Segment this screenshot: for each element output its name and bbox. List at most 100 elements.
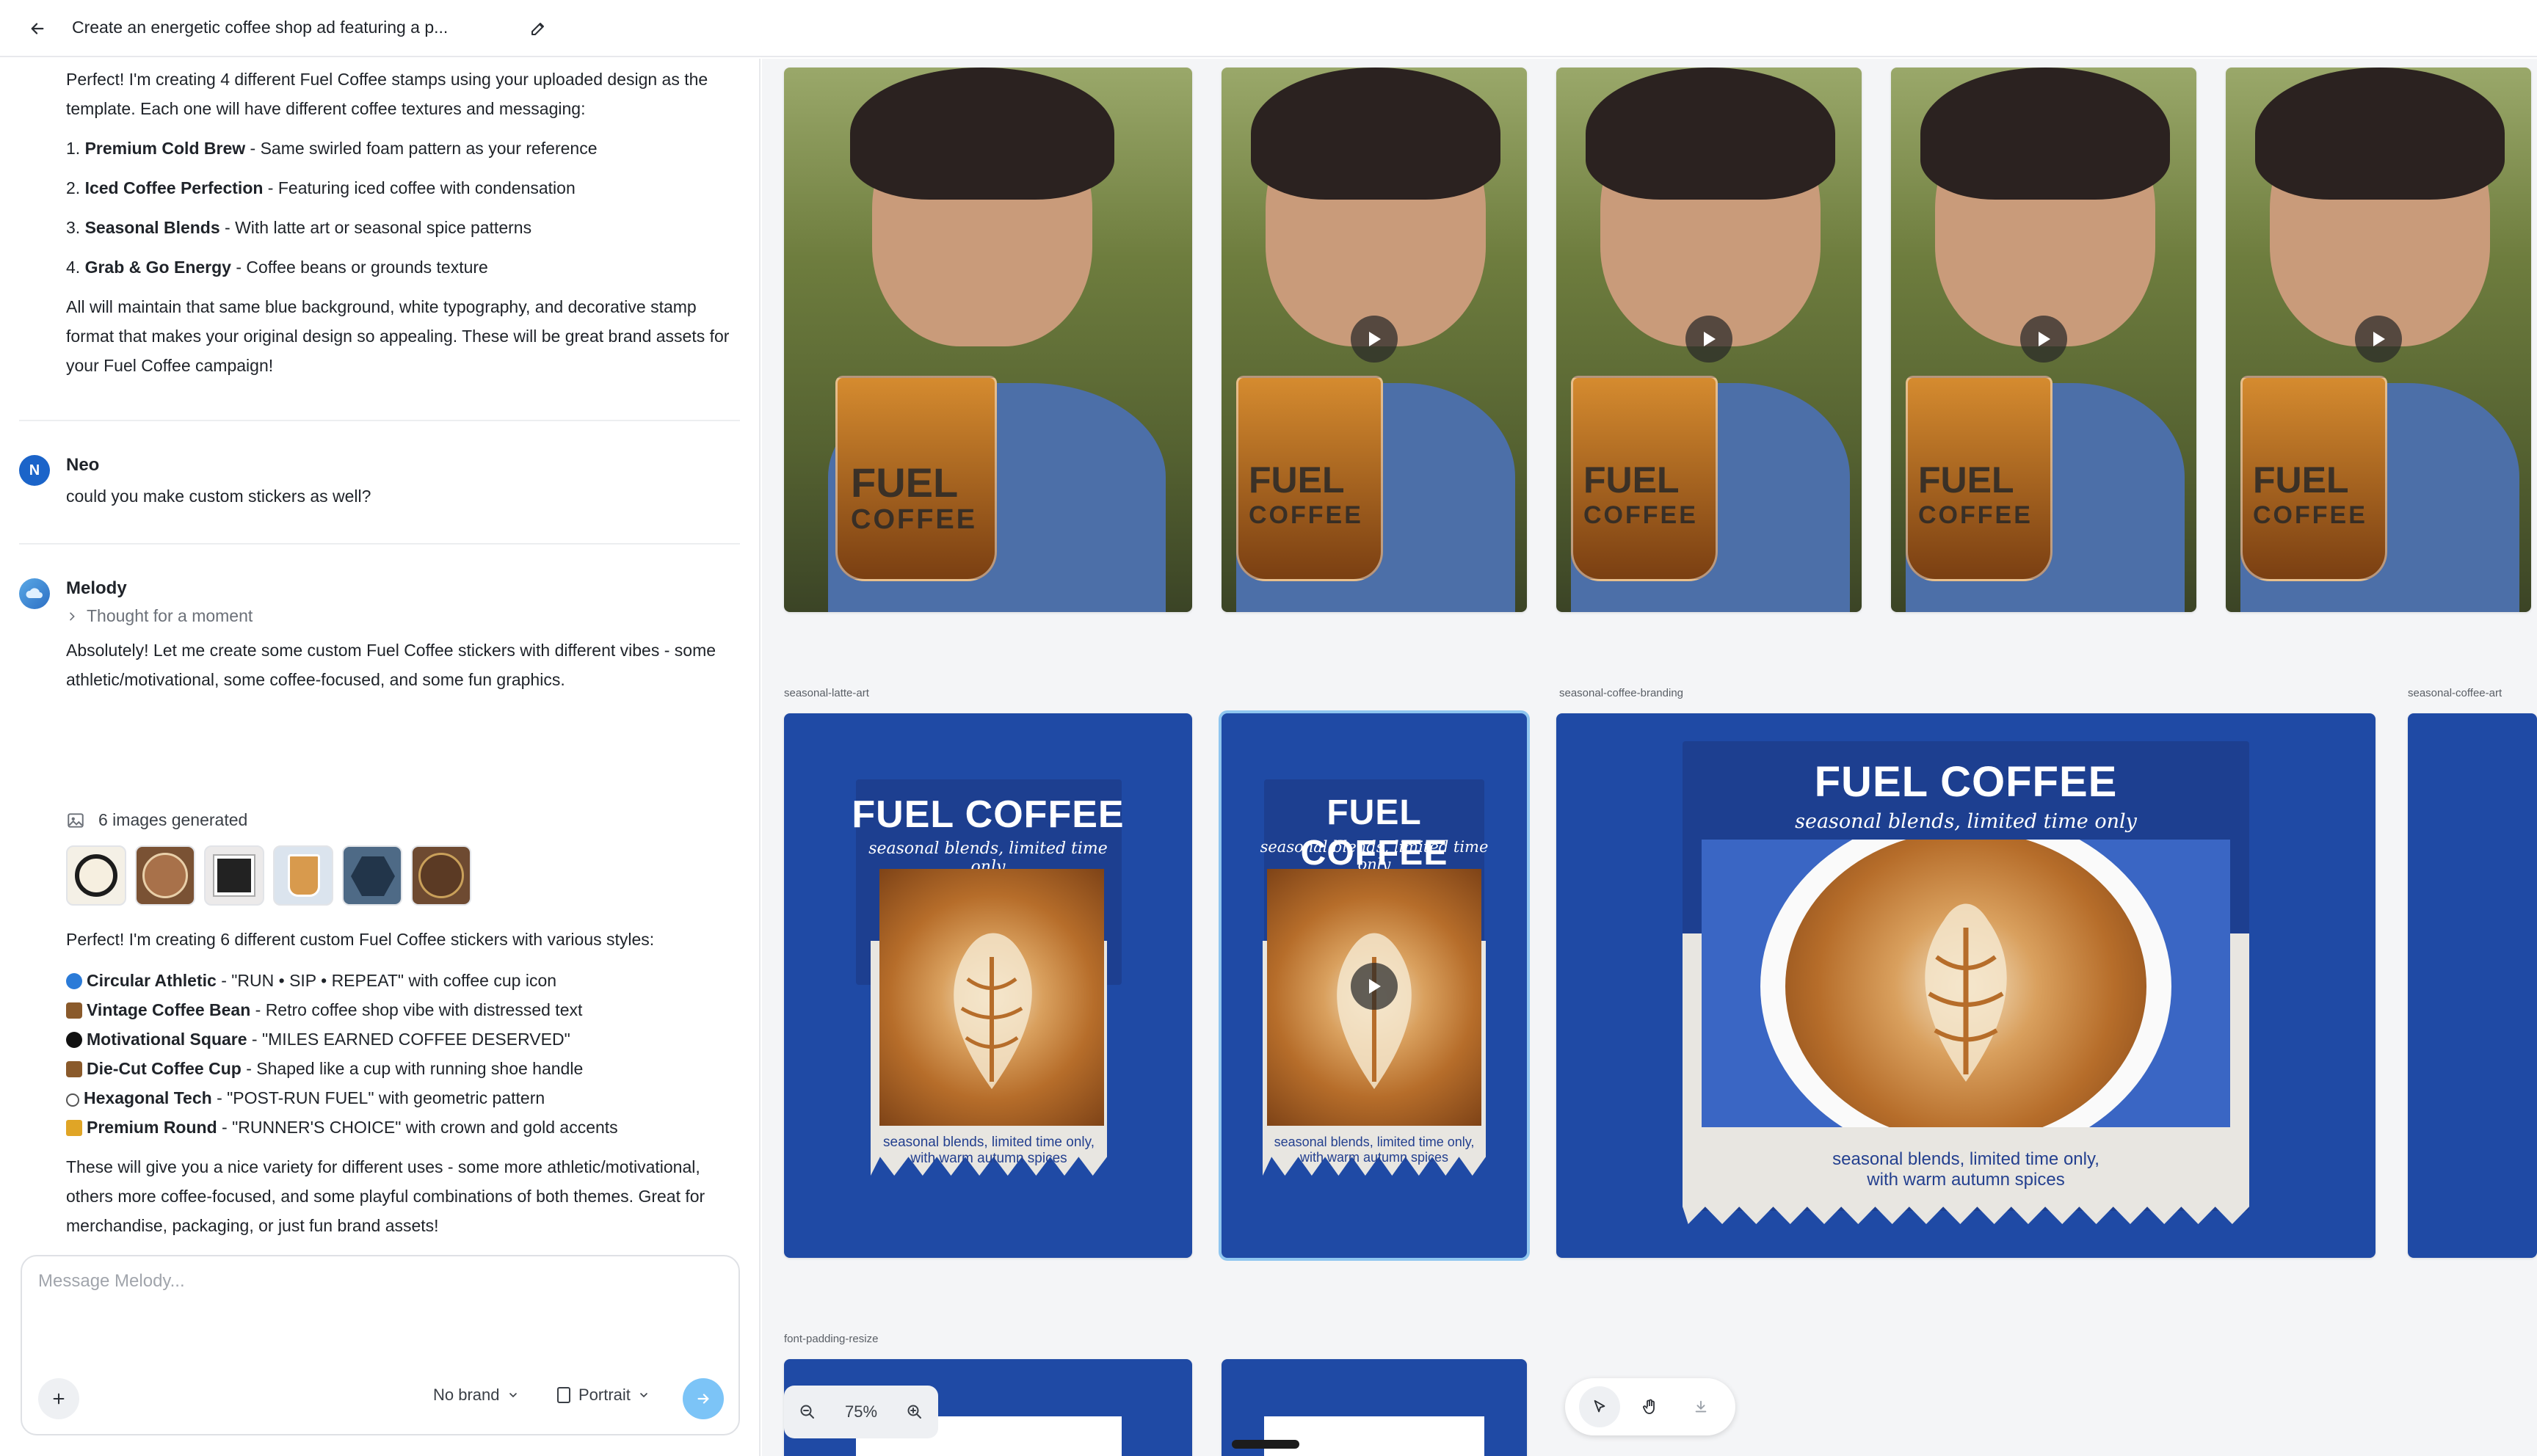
hair-shape [2255,68,2505,200]
cursor-icon [1594,1399,1605,1413]
chevron-right-icon [70,612,75,620]
hair-shape [1920,68,2170,200]
hair-shape [1251,68,1500,200]
sticker-thumbnail[interactable] [204,845,264,906]
message-composer: No brand Portrait [21,1255,740,1435]
video-card[interactable]: FUEL COFFEE [1891,68,2196,612]
list-item: Die-Cut Coffee Cup - Shaped like a cup w… [66,1054,749,1083]
thought-label: Thought for a moment [87,606,253,625]
zoom-control: 75% [784,1386,938,1438]
thought-toggle[interactable]: Thought for a moment [66,606,253,626]
assistant-text-1: Absolutely! Let me create some custom Fu… [66,641,716,689]
orientation-dropdown-value: Portrait [578,1386,631,1404]
orientation-dropdown[interactable]: Portrait [556,1386,650,1405]
message-input[interactable] [38,1271,721,1359]
latte-art-icon [954,933,1032,1089]
pan-tool-button[interactable] [1630,1386,1671,1427]
latte-image [879,869,1104,1126]
play-button[interactable] [1685,316,1732,363]
chevron-down-icon [509,1393,517,1398]
hand-icon [1643,1399,1655,1414]
crown-icon [66,1120,82,1136]
stamp-caption: seasonal blends, limited time only, with … [883,1135,1095,1166]
stamp-card-partial[interactable] [2408,713,2537,1258]
select-tool-button[interactable] [1578,1386,1620,1427]
zoom-in-button[interactable] [906,1403,923,1421]
sticker-thumbnail[interactable] [273,845,333,906]
scrubber-bar[interactable] [1232,1440,1299,1449]
list-item: 1. Premium Cold Brew - Same swirled foam… [66,139,598,158]
stamp-card-wide[interactable]: FUEL COFFEE seasonal blends, limited tim… [1556,713,2376,1258]
back-button[interactable] [22,13,53,44]
chat-panel: Perfect! I'm creating 4 different Fuel C… [0,59,761,1456]
intro-text: Perfect! I'm creating 4 different Fuel C… [66,70,708,118]
resize-card[interactable] [1222,1359,1527,1456]
pencil-icon [531,23,544,35]
iced-coffee-cup: FUEL COFFEE [1906,376,2053,581]
play-icon [1369,979,1381,994]
send-button[interactable] [683,1378,724,1419]
play-button[interactable] [2020,316,2067,363]
assistant-text-3: These will give you a nice variety for d… [66,1157,705,1235]
stamp-video-card[interactable]: FUEL COFFEE seasonal blends, limited tim… [1222,713,1527,1258]
sticker-thumbnail[interactable] [411,845,471,906]
assistant-avatar [19,578,50,609]
add-attachment-button[interactable] [38,1378,79,1419]
globe-icon [66,973,82,989]
assistant-message-intro: Perfect! I'm creating 4 different Fuel C… [66,65,749,380]
sticker-thumbnail[interactable] [135,845,195,906]
list-item: Hexagonal Tech - "POST-RUN FUEL" with ge… [66,1083,749,1113]
user-avatar: N [19,455,50,486]
sticker-thumbnail[interactable] [66,845,126,906]
list-item: 4. Grab & Go Energy - Coffee beans or gr… [66,258,488,277]
stamp-subtitle: seasonal blends, limited time only [1260,838,1489,873]
list-item: Motivational Square - "MILES EARNED COFF… [66,1024,749,1054]
coffee-photo [1702,840,2230,1127]
edit-title-button[interactable] [523,13,554,44]
images-generated-label: 6 images generated [98,810,248,829]
play-button[interactable] [2355,316,2402,363]
cup-text: COFFEE [1249,501,1363,529]
cup-text: COFFEE [2253,501,2367,529]
divider [19,420,740,421]
chevron-down-icon [640,1393,647,1398]
image-icon [68,812,84,828]
video-card[interactable]: FUEL COFFEE [1556,68,1862,612]
assistant-name: Melody [66,578,127,598]
play-button[interactable] [1351,963,1398,1010]
canvas-toolbar [1565,1378,1735,1435]
card-label: seasonal-coffee-art [2408,687,2502,699]
play-icon [1369,332,1381,346]
hexagon-icon [66,1093,79,1107]
latte-art-icon [1925,903,2007,1082]
brand-dropdown[interactable]: No brand [433,1386,519,1405]
user-name: Neo [66,455,100,475]
download-button[interactable] [1680,1386,1721,1427]
play-button[interactable] [1351,316,1398,363]
arrow-left-icon [31,23,44,34]
sticker-thumbnails [66,845,471,906]
page-title: Create an energetic coffee shop ad featu… [72,18,449,37]
list-item: Vintage Coffee Bean - Retro coffee shop … [66,995,749,1024]
assistant-text-2: Perfect! I'm creating 6 different custom… [66,930,655,949]
portrait-icon [557,1387,570,1403]
list-item: Premium Round - "RUNNER'S CHOICE" with c… [66,1113,749,1142]
video-card[interactable]: FUEL COFFEE [1222,68,1527,612]
plus-icon [53,1393,65,1405]
hair-shape [1586,68,1835,200]
zoom-out-button[interactable] [799,1403,816,1421]
card-label: font-padding-resize [784,1333,879,1345]
play-icon [2373,332,2385,346]
photo-card[interactable]: FUEL COFFEE [784,68,1192,612]
card-label: seasonal-coffee-branding [1559,687,1684,699]
coffee-icon [66,1002,82,1019]
sticker-thumbnail[interactable] [342,845,402,906]
stamp-title: FUEL COFFEE [852,793,1125,836]
design-canvas[interactable]: FUEL COFFEE FUEL COFFEE FUEL COFFEE FUEL… [762,59,2537,1456]
stamp-card[interactable]: FUEL COFFEE seasonal blends, limited tim… [784,713,1192,1258]
cloud-logo-icon [26,588,43,598]
cup-text: FUEL [851,459,959,506]
cup-text: COFFEE [1583,501,1698,529]
cup-text: FUEL [1249,459,1345,500]
video-card[interactable]: FUEL COFFEE [2226,68,2531,612]
